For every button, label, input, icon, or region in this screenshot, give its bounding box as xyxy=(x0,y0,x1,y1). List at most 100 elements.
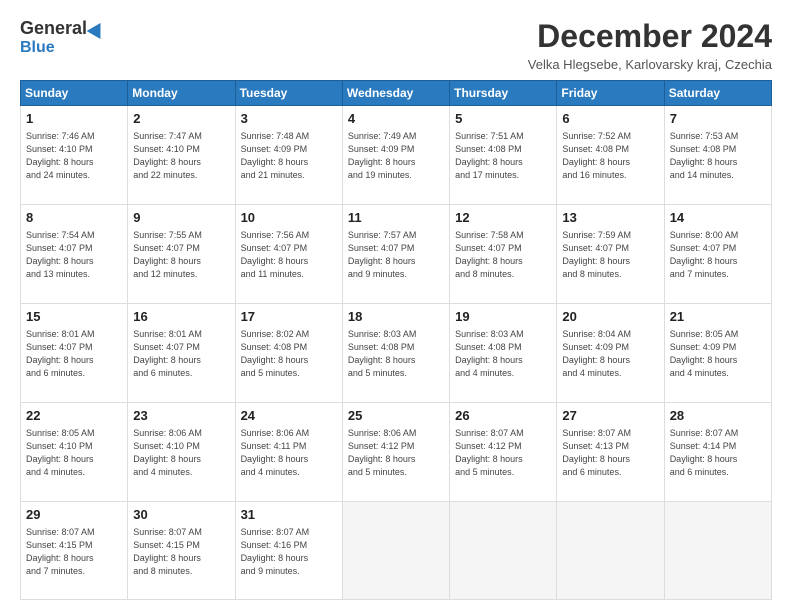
day-info: Sunrise: 7:57 AM Sunset: 4:07 PM Dayligh… xyxy=(348,229,444,281)
day-info: Sunrise: 8:07 AM Sunset: 4:16 PM Dayligh… xyxy=(241,526,337,578)
week-row-2: 8 Sunrise: 7:54 AM Sunset: 4:07 PM Daylig… xyxy=(21,204,772,303)
day-cell-26: 26Sunrise: 8:07 AM Sunset: 4:12 PM Dayli… xyxy=(450,402,557,501)
day-info: Sunrise: 8:05 AM Sunset: 4:09 PM Dayligh… xyxy=(670,328,766,380)
header: General Blue December 2024 Velka Hlegseb… xyxy=(20,18,772,72)
day-info: Sunrise: 8:06 AM Sunset: 4:11 PM Dayligh… xyxy=(241,427,337,479)
day-cell-7: 7 Sunrise: 7:53 AM Sunset: 4:08 PM Daylig… xyxy=(664,106,771,205)
day-cell-25: 25 Sunrise: 8:06 AM Sunset: 4:12 PM Dayli… xyxy=(342,402,449,501)
logo: General Blue xyxy=(20,18,105,57)
week-row-3: 15 Sunrise: 8:01 AM Sunset: 4:07 PM Dayli… xyxy=(21,303,772,402)
day-cell-31: 31 Sunrise: 8:07 AM Sunset: 4:16 PM Dayli… xyxy=(235,501,342,599)
day-info: Sunrise: 8:02 AM Sunset: 4:08 PM Dayligh… xyxy=(241,328,337,380)
day-number: 22 xyxy=(26,407,122,425)
week-row-5: 29 Sunrise: 8:07 AM Sunset: 4:15 PM Dayli… xyxy=(21,501,772,599)
day-info: Sunrise: 8:07 AM Sunset: 4:13 PM Dayligh… xyxy=(562,427,658,479)
day-header-monday: Monday xyxy=(128,81,235,106)
day-number: 28 xyxy=(670,407,766,425)
day-cell-20: 20 Sunrise: 8:04 AM Sunset: 4:09 PM Dayli… xyxy=(557,303,664,402)
day-number: 3 xyxy=(241,110,337,128)
logo-triangle-icon xyxy=(87,18,108,38)
day-number: 5 xyxy=(455,110,551,128)
week-row-1: 1 Sunrise: 7:46 AM Sunset: 4:10 PM Daylig… xyxy=(21,106,772,205)
day-cell-13: 13Sunrise: 7:59 AM Sunset: 4:07 PM Dayli… xyxy=(557,204,664,303)
day-number: 4 xyxy=(348,110,444,128)
day-number: 14 xyxy=(670,209,766,227)
day-number: 23 xyxy=(133,407,229,425)
day-cell-8: 8 Sunrise: 7:54 AM Sunset: 4:07 PM Daylig… xyxy=(21,204,128,303)
day-number: 10 xyxy=(241,209,337,227)
day-info: Sunrise: 8:05 AM Sunset: 4:10 PM Dayligh… xyxy=(26,427,122,479)
day-number: 24 xyxy=(241,407,337,425)
day-number: 19 xyxy=(455,308,551,326)
day-number: 21 xyxy=(670,308,766,326)
day-info: Sunrise: 7:46 AM Sunset: 4:10 PM Dayligh… xyxy=(26,130,122,182)
day-info: Sunrise: 7:52 AM Sunset: 4:08 PM Dayligh… xyxy=(562,130,658,182)
day-info: Sunrise: 8:01 AM Sunset: 4:07 PM Dayligh… xyxy=(26,328,122,380)
day-info: Sunrise: 8:00 AM Sunset: 4:07 PM Dayligh… xyxy=(670,229,766,281)
logo-general-text: General xyxy=(20,18,87,39)
day-cell-21: 21 Sunrise: 8:05 AM Sunset: 4:09 PM Dayli… xyxy=(664,303,771,402)
day-info: Sunrise: 7:47 AM Sunset: 4:10 PM Dayligh… xyxy=(133,130,229,182)
day-info: Sunrise: 7:49 AM Sunset: 4:09 PM Dayligh… xyxy=(348,130,444,182)
day-info: Sunrise: 7:53 AM Sunset: 4:08 PM Dayligh… xyxy=(670,130,766,182)
day-header-sunday: Sunday xyxy=(21,81,128,106)
day-cell-16: 16 Sunrise: 8:01 AM Sunset: 4:07 PM Dayli… xyxy=(128,303,235,402)
day-number: 2 xyxy=(133,110,229,128)
day-info: Sunrise: 8:01 AM Sunset: 4:07 PM Dayligh… xyxy=(133,328,229,380)
day-cell-30: 30Sunrise: 8:07 AM Sunset: 4:15 PM Dayli… xyxy=(128,501,235,599)
month-title: December 2024 xyxy=(528,18,772,55)
day-number: 16 xyxy=(133,308,229,326)
day-info: Sunrise: 8:06 AM Sunset: 4:10 PM Dayligh… xyxy=(133,427,229,479)
day-info: Sunrise: 8:07 AM Sunset: 4:14 PM Dayligh… xyxy=(670,427,766,479)
day-cell-12: 12Sunrise: 7:58 AM Sunset: 4:07 PM Dayli… xyxy=(450,204,557,303)
day-number: 27 xyxy=(562,407,658,425)
day-number: 31 xyxy=(241,506,337,524)
day-number: 18 xyxy=(348,308,444,326)
day-cell-1: 1 Sunrise: 7:46 AM Sunset: 4:10 PM Daylig… xyxy=(21,106,128,205)
day-cell-14: 14 Sunrise: 8:00 AM Sunset: 4:07 PM Dayli… xyxy=(664,204,771,303)
day-info: Sunrise: 8:06 AM Sunset: 4:12 PM Dayligh… xyxy=(348,427,444,479)
logo-text: General xyxy=(20,18,105,39)
day-cell-5: 5 Sunrise: 7:51 AM Sunset: 4:08 PM Daylig… xyxy=(450,106,557,205)
day-header-friday: Friday xyxy=(557,81,664,106)
logo-blue-text: Blue xyxy=(20,39,55,57)
day-info: Sunrise: 8:04 AM Sunset: 4:09 PM Dayligh… xyxy=(562,328,658,380)
day-cell-11: 11 Sunrise: 7:57 AM Sunset: 4:07 PM Dayli… xyxy=(342,204,449,303)
empty-cell xyxy=(664,501,771,599)
day-header-tuesday: Tuesday xyxy=(235,81,342,106)
day-cell-23: 23 Sunrise: 8:06 AM Sunset: 4:10 PM Dayli… xyxy=(128,402,235,501)
day-number: 1 xyxy=(26,110,122,128)
day-info: Sunrise: 7:54 AM Sunset: 4:07 PM Dayligh… xyxy=(26,229,122,281)
day-info: Sunrise: 8:07 AM Sunset: 4:15 PM Dayligh… xyxy=(133,526,229,578)
day-cell-22: 22 Sunrise: 8:05 AM Sunset: 4:10 PM Dayli… xyxy=(21,402,128,501)
day-number: 20 xyxy=(562,308,658,326)
day-info: Sunrise: 8:07 AM Sunset: 4:15 PM Dayligh… xyxy=(26,526,122,578)
empty-cell xyxy=(342,501,449,599)
day-number: 15 xyxy=(26,308,122,326)
day-number: 11 xyxy=(348,209,444,227)
day-info: Sunrise: 7:55 AM Sunset: 4:07 PM Dayligh… xyxy=(133,229,229,281)
day-info: Sunrise: 7:56 AM Sunset: 4:07 PM Dayligh… xyxy=(241,229,337,281)
page: General Blue December 2024 Velka Hlegseb… xyxy=(0,0,792,612)
day-number: 8 xyxy=(26,209,122,227)
day-number: 25 xyxy=(348,407,444,425)
day-cell-18: 18Sunrise: 8:03 AM Sunset: 4:08 PM Dayli… xyxy=(342,303,449,402)
day-number: 13 xyxy=(562,209,658,227)
day-header-thursday: Thursday xyxy=(450,81,557,106)
empty-cell xyxy=(450,501,557,599)
calendar-header-row: SundayMondayTuesdayWednesdayThursdayFrid… xyxy=(21,81,772,106)
day-number: 7 xyxy=(670,110,766,128)
day-cell-28: 28 Sunrise: 8:07 AM Sunset: 4:14 PM Dayli… xyxy=(664,402,771,501)
day-number: 29 xyxy=(26,506,122,524)
day-cell-24: 24 Sunrise: 8:06 AM Sunset: 4:11 PM Dayli… xyxy=(235,402,342,501)
day-number: 17 xyxy=(241,308,337,326)
day-cell-2: 2 Sunrise: 7:47 AM Sunset: 4:10 PM Daylig… xyxy=(128,106,235,205)
calendar-table: SundayMondayTuesdayWednesdayThursdayFrid… xyxy=(20,80,772,600)
day-cell-17: 17 Sunrise: 8:02 AM Sunset: 4:08 PM Dayli… xyxy=(235,303,342,402)
day-info: Sunrise: 8:07 AM Sunset: 4:12 PM Dayligh… xyxy=(455,427,551,479)
day-number: 9 xyxy=(133,209,229,227)
day-info: Sunrise: 7:51 AM Sunset: 4:08 PM Dayligh… xyxy=(455,130,551,182)
day-number: 6 xyxy=(562,110,658,128)
title-area: December 2024 Velka Hlegsebe, Karlovarsk… xyxy=(528,18,772,72)
day-cell-9: 9 Sunrise: 7:55 AM Sunset: 4:07 PM Daylig… xyxy=(128,204,235,303)
